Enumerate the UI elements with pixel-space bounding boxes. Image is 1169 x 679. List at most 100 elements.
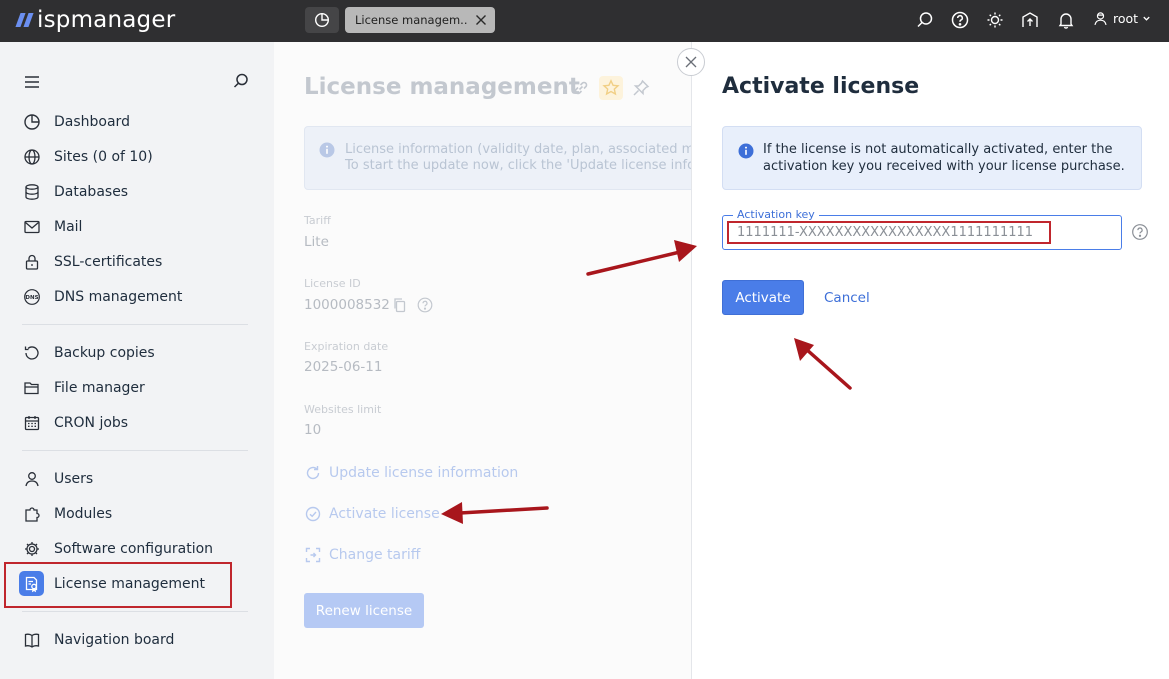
sidebar-item-label: Users	[54, 471, 94, 487]
sidebar-divider	[22, 611, 248, 612]
folder-icon	[24, 382, 39, 395]
sidebar-item-label: Databases	[54, 184, 129, 200]
check-circle-icon	[305, 506, 321, 522]
cancel-button[interactable]: Cancel	[824, 290, 870, 306]
top-bar: ispmanager License managem... root	[0, 0, 1169, 42]
dashboard-icon	[314, 12, 330, 28]
sidebar-item-label: Dashboard	[54, 114, 130, 130]
info-icon	[738, 143, 754, 159]
sidebar-item-label: Modules	[54, 506, 113, 522]
panel-info-text: If the license is not automatically acti…	[763, 142, 1125, 174]
book-icon	[24, 633, 40, 648]
field-value-websites-limit: 10	[304, 422, 322, 438]
copy-icon[interactable]	[392, 297, 408, 313]
link-icon[interactable]	[571, 78, 591, 98]
sidebar-divider	[22, 450, 248, 451]
change-tariff-link[interactable]: Change tariff	[304, 546, 420, 564]
info-text: License information (validity date, plan…	[345, 142, 691, 174]
sidebar-item-label: Navigation board	[54, 632, 175, 648]
logo-text: ispmanager	[37, 7, 176, 33]
main-content: License management License information (…	[274, 42, 691, 679]
help-icon[interactable]	[1131, 223, 1149, 241]
field-label-websites-limit: Websites limit	[304, 403, 382, 416]
user-icon	[1094, 12, 1107, 26]
lock-icon	[25, 254, 39, 270]
sidebar-item-label: SSL-certificates	[54, 254, 163, 270]
field-label-license-id: License ID	[304, 277, 361, 290]
bell-icon[interactable]	[1056, 10, 1076, 30]
sidebar-item-label: Mail	[54, 219, 83, 235]
refresh-icon	[306, 466, 320, 480]
user-menu[interactable]: root	[1092, 10, 1151, 27]
globe-icon	[24, 149, 40, 165]
sidebar-item-file-manager[interactable]: File manager	[0, 371, 274, 405]
highlight-frame-license-management	[4, 562, 232, 608]
close-tab-icon[interactable]	[473, 12, 489, 28]
backup-icon	[24, 346, 39, 360]
sidebar-item-modules[interactable]: Modules	[0, 497, 274, 531]
field-label-tariff: Tariff	[304, 214, 331, 227]
change-tariff-icon	[305, 547, 321, 563]
menu-icon[interactable]	[23, 73, 41, 91]
field-value-tariff: Lite	[304, 234, 329, 250]
theme-sun-icon[interactable]	[985, 10, 1005, 30]
help-icon[interactable]	[950, 10, 970, 30]
tab-license-management[interactable]: License managem...	[345, 7, 495, 33]
mail-icon	[24, 220, 40, 234]
logo-mark-icon	[15, 13, 34, 27]
search-icon[interactable]	[915, 10, 935, 30]
tab-label: License managem...	[355, 13, 467, 27]
activation-key-field[interactable]: Activation key	[722, 208, 1122, 250]
renew-license-button[interactable]: Renew license	[304, 593, 424, 628]
sidebar-item-ssl-certificates[interactable]: SSL-certificates	[0, 245, 274, 279]
panel-info-banner: If the license is not automatically acti…	[722, 126, 1142, 190]
change-tariff-label: Change tariff	[329, 547, 421, 563]
activation-key-input[interactable]	[727, 221, 1051, 244]
puzzle-icon	[25, 507, 40, 522]
sidebar-item-label: File manager	[54, 380, 145, 396]
activate-license-panel: Activate license If the license is not a…	[691, 42, 1169, 679]
sidebar-item-label: Sites (0 of 10)	[54, 149, 153, 165]
user-name: root	[1113, 11, 1139, 26]
sidebar-item-navigation-board[interactable]: Navigation board	[0, 623, 274, 657]
sidebar-item-databases[interactable]: Databases	[0, 175, 274, 209]
upload-icon[interactable]	[1020, 10, 1040, 30]
help-icon[interactable]	[417, 297, 433, 313]
dns-icon-text: DNS	[25, 295, 38, 301]
database-icon	[25, 184, 39, 200]
field-label-expiration-date: Expiration date	[304, 340, 389, 353]
field-value-expiration-date: 2025-06-11	[304, 359, 383, 375]
sidebar-item-label: Software configuration	[54, 541, 214, 557]
sidebar-item-mail[interactable]: Mail	[0, 210, 274, 244]
activation-key-label: Activation key	[733, 208, 819, 221]
sidebar-item-software-configuration[interactable]: Software configuration	[0, 532, 274, 566]
sidebar-item-dashboard[interactable]: Dashboard	[0, 105, 274, 139]
sidebar-item-cron-jobs[interactable]: CRON jobs	[0, 406, 274, 440]
sidebar-item-backup-copies[interactable]: Backup copies	[0, 336, 274, 370]
dashboard-tab-button[interactable]	[305, 7, 339, 33]
close-panel-button[interactable]	[677, 48, 705, 76]
user-icon	[25, 472, 39, 487]
activate-license-label: Activate license	[329, 506, 440, 522]
info-text-line: License information (validity date, plan…	[345, 142, 691, 157]
activate-license-link[interactable]: Activate license	[304, 505, 440, 523]
activate-button[interactable]: Activate	[722, 280, 804, 315]
sidebar-search-icon[interactable]	[232, 72, 250, 90]
page-title: License management	[304, 74, 580, 100]
sidebar-item-label: DNS management	[54, 289, 183, 305]
sidebar-item-users[interactable]: Users	[0, 462, 274, 496]
logo[interactable]: ispmanager	[15, 4, 176, 36]
pin-icon[interactable]	[631, 78, 651, 98]
chevron-down-icon	[1143, 16, 1150, 21]
sidebar-item-dns-management[interactable]: DNS DNS management	[0, 280, 274, 314]
sidebar-item-label: Backup copies	[54, 345, 155, 361]
sidebar: Dashboard Sites (0 of 10) Databases Mail…	[0, 42, 274, 679]
info-banner: License information (validity date, plan…	[304, 126, 691, 190]
close-icon	[685, 56, 697, 68]
gear-icon	[25, 542, 39, 556]
star-icon[interactable]	[601, 78, 621, 98]
sidebar-item-sites[interactable]: Sites (0 of 10)	[0, 140, 274, 174]
field-value-license-id: 1000008532	[304, 297, 390, 313]
info-icon	[319, 142, 335, 158]
update-license-link[interactable]: Update license information	[304, 464, 518, 482]
